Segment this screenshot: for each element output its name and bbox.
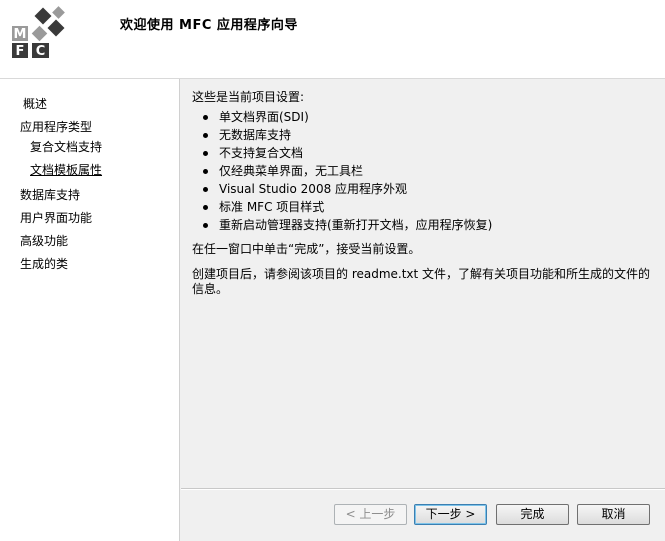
- bullet-icon: [203, 115, 208, 120]
- sidebar-item-database-support[interactable]: 数据库支持: [20, 187, 80, 203]
- bullet-icon: [203, 187, 208, 192]
- bullet-icon: [203, 169, 208, 174]
- list-item: 重新启动管理器支持(重新打开文档，应用程序恢复): [200, 216, 658, 234]
- list-item: 不支持复合文档: [200, 144, 658, 162]
- logo-letter-c: C: [36, 44, 46, 59]
- readme-note: 创建项目后，请参阅该项目的 readme.txt 文件，了解有关项目功能和所生成…: [192, 267, 651, 296]
- button-divider: [181, 488, 665, 490]
- setting-text: 重新启动管理器支持(重新打开文档，应用程序恢复): [219, 218, 493, 232]
- wizard-title: 欢迎使用 MFC 应用程序向导: [120, 18, 298, 33]
- setting-text: 标准 MFC 项目样式: [219, 200, 325, 214]
- settings-summary: 这些是当前项目设置: 单文档界面(SDI) 无数据库支持 不支持复合文档 仅经典…: [192, 89, 658, 297]
- bullet-icon: [203, 205, 208, 210]
- list-item: 无数据库支持: [200, 126, 658, 144]
- sidebar-item-user-interface[interactable]: 用户界面功能: [20, 210, 92, 226]
- wizard-header: M F C 欢迎使用 MFC 应用程序向导: [0, 0, 665, 79]
- back-button[interactable]: < 上一步: [334, 504, 407, 525]
- sidebar-item-application-type[interactable]: 应用程序类型: [20, 119, 92, 135]
- setting-text: 单文档界面(SDI): [219, 110, 309, 124]
- cancel-button[interactable]: 取消: [577, 504, 650, 525]
- setting-text: 不支持复合文档: [219, 146, 304, 160]
- logo-letter-f: F: [16, 44, 25, 59]
- list-item: Visual Studio 2008 应用程序外观: [200, 180, 658, 198]
- sidebar-item-document-template[interactable]: 文档模板属性: [30, 162, 102, 178]
- wizard-sidebar: 概述 应用程序类型 复合文档支持 文档模板属性 数据库支持 用户界面功能 高级功…: [0, 79, 180, 541]
- finish-instruction: 在任一窗口中单击“完成”，接受当前设置。: [192, 242, 421, 256]
- bullet-icon: [203, 223, 208, 228]
- sidebar-item-overview[interactable]: 概述: [23, 96, 47, 112]
- sidebar-item-compound-document[interactable]: 复合文档支持: [30, 139, 102, 155]
- setting-text: 无数据库支持: [219, 128, 292, 142]
- list-item: 标准 MFC 项目样式: [200, 198, 658, 216]
- sidebar-item-generated-classes[interactable]: 生成的类: [20, 256, 68, 272]
- list-item: 仅经典菜单界面，无工具栏: [200, 162, 658, 180]
- setting-text: 仅经典菜单界面，无工具栏: [219, 164, 364, 178]
- setting-text: Visual Studio 2008 应用程序外观: [219, 182, 408, 196]
- summary-intro: 这些是当前项目设置:: [192, 90, 305, 104]
- finish-button[interactable]: 完成: [496, 504, 569, 525]
- settings-list: 单文档界面(SDI) 无数据库支持 不支持复合文档 仅经典菜单界面，无工具栏 V…: [192, 108, 658, 234]
- logo-letter-m: M: [14, 27, 27, 42]
- mfc-logo-graphic: M F C: [12, 6, 65, 59]
- next-button[interactable]: 下一步 >: [414, 504, 487, 525]
- mfc-logo: M F C: [10, 6, 72, 62]
- list-item: 单文档界面(SDI): [200, 108, 658, 126]
- bullet-icon: [203, 133, 208, 138]
- sidebar-item-advanced-features[interactable]: 高级功能: [20, 233, 68, 249]
- bullet-icon: [203, 151, 208, 156]
